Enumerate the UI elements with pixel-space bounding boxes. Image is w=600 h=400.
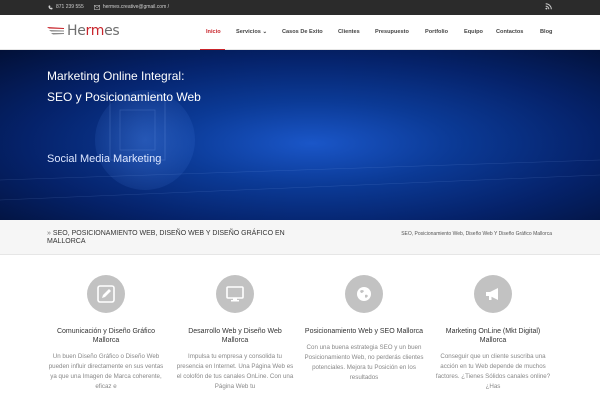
page-title: » SEO, POSICIONAMIENTO WEB, DISEÑO WEB Y … [47, 230, 285, 245]
nav-item-blog[interactable]: Blog [540, 29, 552, 35]
nav-item-servicios[interactable]: Servicios ⌄ [236, 29, 267, 35]
service-description: Impulsa tu empresa y consolida tu presen… [176, 353, 294, 390]
hero-line-2: SEO y Posicionamiento Web [47, 90, 201, 104]
nav-item-casos-de-exito[interactable]: Casos De Exito [282, 29, 323, 35]
phone-number: 871 239 555 [56, 4, 84, 10]
service-card-posicionamiento: Posicionamiento Web y SEO Mallorca Con u… [304, 275, 424, 383]
service-title[interactable]: Comunicación y Diseño Gráfico Mallorca [46, 327, 166, 345]
mail-icon [93, 4, 100, 10]
service-card-desarrollo-web: Desarrollo Web y Diseño Web Mallorca Imp… [175, 275, 295, 392]
hero-line-1: Marketing Online Integral: [47, 69, 185, 83]
service-description: Con una buena estrategia SEO y un buen P… [304, 344, 424, 381]
phone-icon [48, 5, 53, 9]
phone-contact[interactable]: 871 239 555 [48, 4, 84, 10]
services-section: Comunicación y Diseño Gráfico Mallorca U… [0, 255, 600, 400]
service-title[interactable]: Marketing OnLine (Mkt Digital) Mallorca [433, 327, 553, 345]
service-description: Un buen Diseño Gráfico o Diseño Web pued… [48, 353, 164, 390]
rss-link[interactable] [545, 3, 552, 10]
nav-item-inicio[interactable]: Inicio [206, 29, 221, 35]
nav-item-portfolio[interactable]: Portfolio [425, 29, 448, 35]
service-description: Conseguir que un cliente suscriba una ac… [435, 353, 551, 390]
service-title[interactable]: Desarrollo Web y Diseño Web Mallorca [175, 327, 295, 345]
nav-item-clientes[interactable]: Clientes [338, 29, 360, 35]
monitor-icon[interactable] [216, 275, 254, 313]
megaphone-icon[interactable] [474, 275, 512, 313]
nav-item-equipo[interactable]: Equipo [464, 29, 483, 35]
breadcrumb-bar: » SEO, POSICIONAMIENTO WEB, DISEÑO WEB Y … [0, 220, 600, 255]
rss-icon [545, 3, 552, 10]
site-header: Hermes Inicio Servicios ⌄ Casos De Exito… [0, 15, 600, 51]
hero-banner: Marketing Online Integral: SEO y Posicio… [0, 50, 600, 220]
main-nav: Inicio Servicios ⌄ Casos De Exito Client… [0, 15, 600, 51]
service-card-diseno-grafico: Comunicación y Diseño Gráfico Mallorca U… [46, 275, 166, 392]
breadcrumb: SEO, Posicionamiento Web, Diseño Web Y D… [401, 231, 552, 237]
nav-item-presupuesto[interactable]: Presupuesto [375, 29, 409, 35]
chevron-down-icon: ⌄ [262, 29, 268, 35]
top-bar: 871 239 555 hermes.creative@gmail.com / [0, 0, 600, 15]
contact-info: 871 239 555 hermes.creative@gmail.com / [48, 4, 169, 10]
pencil-icon[interactable] [87, 275, 125, 313]
nav-item-contactos[interactable]: Contactos [496, 29, 523, 35]
service-title[interactable]: Posicionamiento Web y SEO Mallorca [304, 327, 424, 336]
email-address: hermes.creative@gmail.com / [102, 4, 170, 10]
email-contact[interactable]: hermes.creative@gmail.com / [93, 4, 170, 10]
chevron-right-icon: » [47, 230, 51, 237]
hero-line-3: Social Media Marketing [47, 153, 162, 165]
service-card-marketing-online: Marketing OnLine (Mkt Digital) Mallorca … [433, 275, 553, 392]
globe-icon[interactable] [345, 275, 383, 313]
